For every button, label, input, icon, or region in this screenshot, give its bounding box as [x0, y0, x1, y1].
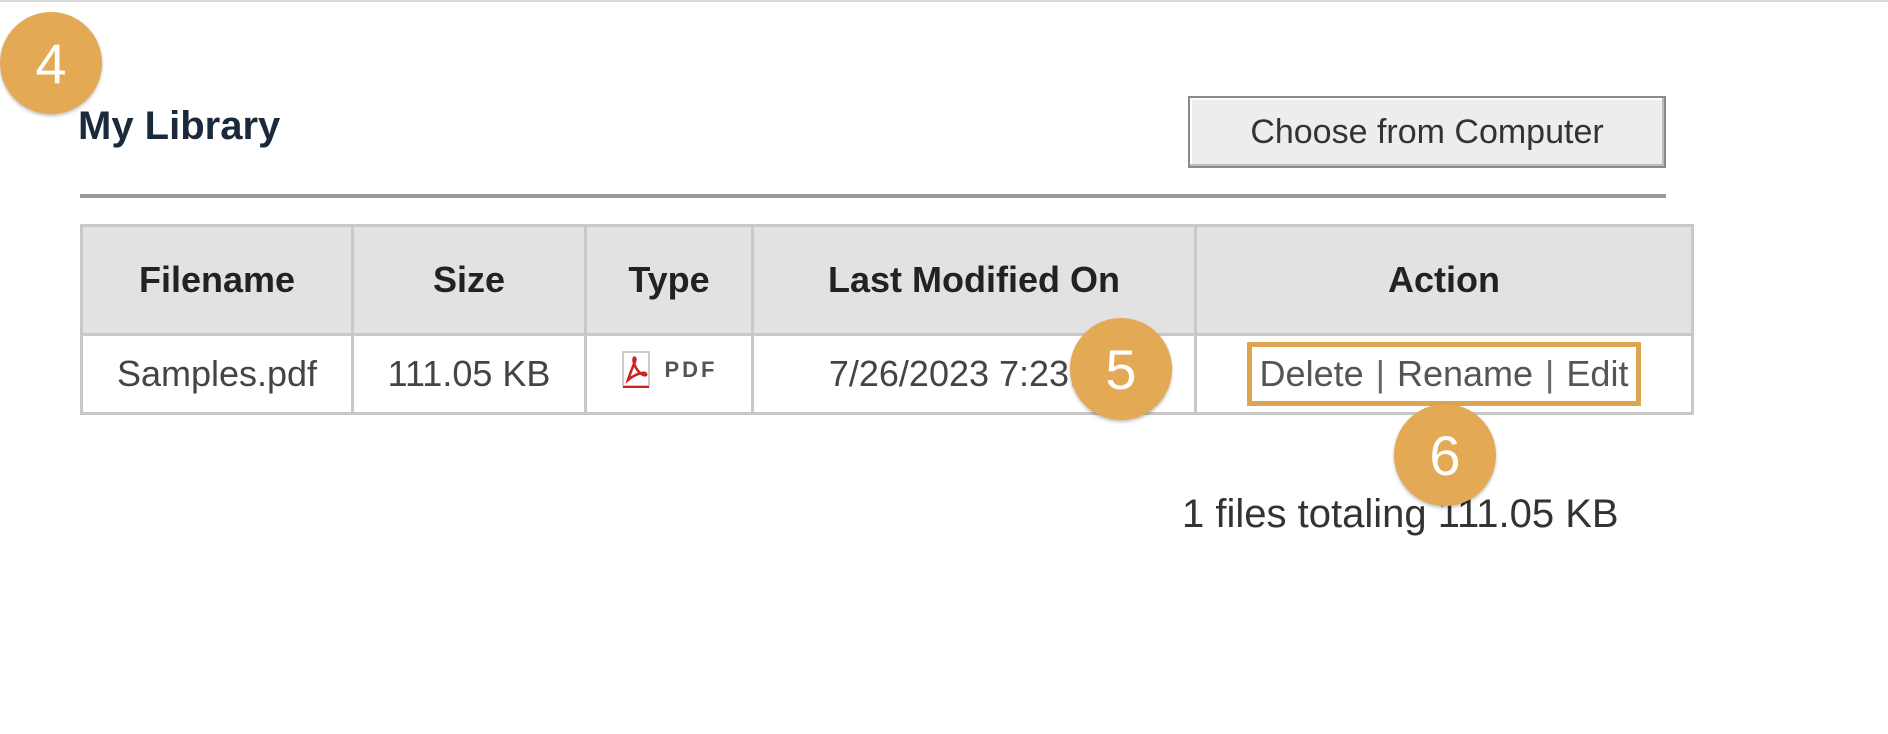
page-title: My Library [78, 104, 281, 148]
column-header-size[interactable]: Size [351, 224, 587, 336]
files-table: Filename Size Type Last Modified On Acti… [80, 224, 1694, 415]
type-label: PDF [664, 356, 718, 382]
divider [80, 194, 1666, 198]
separator: | [1545, 353, 1555, 394]
cell-filename: Samples.pdf [80, 333, 354, 415]
column-header-filename[interactable]: Filename [80, 224, 354, 336]
cell-action: Delete | Rename | Edit [1194, 333, 1694, 415]
table-row: Samples.pdf 111.05 KB PDF 7/26/2023 7:23… [80, 333, 1694, 415]
step-badge-5: 5 [1070, 318, 1172, 420]
separator: | [1375, 353, 1385, 394]
type-pdf: PDF [621, 350, 718, 390]
step-badge-4: 4 [0, 12, 102, 114]
table-header-row: Filename Size Type Last Modified On Acti… [80, 224, 1694, 336]
step-badge-6: 6 [1394, 404, 1496, 506]
choose-from-computer-button[interactable]: Choose from Computer [1188, 96, 1666, 168]
delete-link[interactable]: Delete [1260, 353, 1364, 394]
pdf-icon [621, 350, 650, 388]
rename-link[interactable]: Rename [1397, 353, 1533, 394]
cell-size: 111.05 KB [351, 333, 587, 415]
cell-type: PDF [584, 333, 754, 415]
top-border [0, 0, 1888, 2]
edit-link[interactable]: Edit [1566, 353, 1628, 394]
files-total-summary: 1 files totaling 111.05 KB [1182, 492, 1619, 536]
column-header-action: Action [1194, 224, 1694, 336]
column-header-type[interactable]: Type [584, 224, 754, 336]
actions-highlight: Delete | Rename | Edit [1246, 342, 1642, 406]
